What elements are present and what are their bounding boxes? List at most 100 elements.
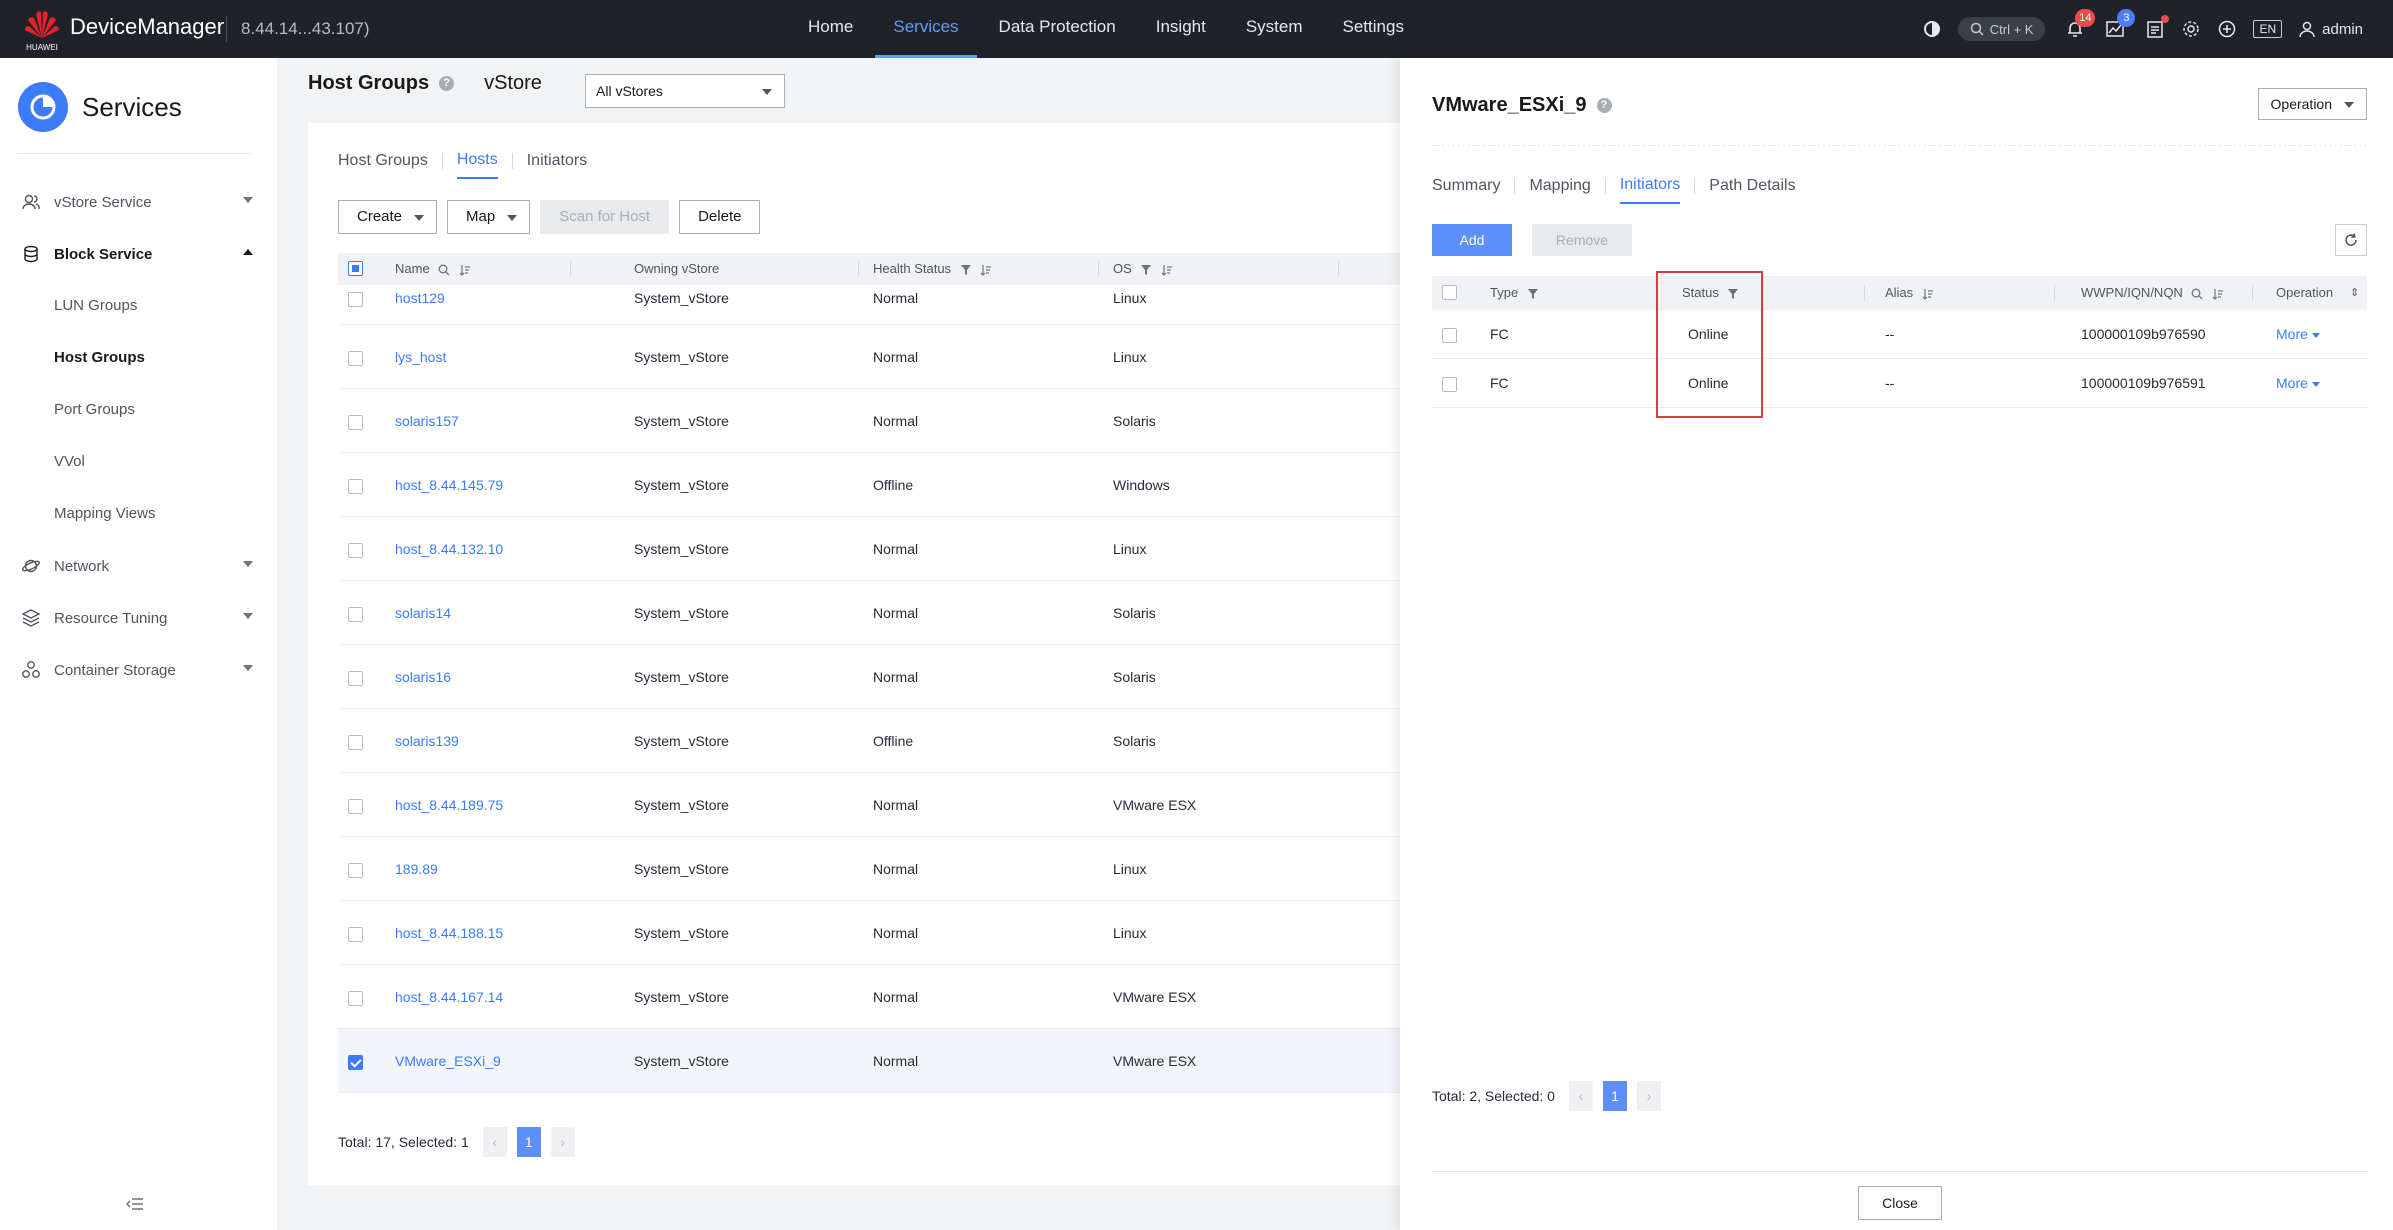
- search-icon[interactable]: [2191, 288, 2203, 300]
- nav-home[interactable]: Home: [790, 0, 871, 58]
- filter-icon[interactable]: [1527, 288, 1539, 300]
- nav-services[interactable]: Services: [875, 0, 977, 58]
- close-button[interactable]: Close: [1858, 1186, 1942, 1220]
- sidebar-item-resource-tuning[interactable]: Resource Tuning: [0, 592, 277, 644]
- table-row[interactable]: solaris16 System_vStore Normal Solaris: [338, 645, 1408, 709]
- nav-data-protection[interactable]: Data Protection: [981, 0, 1134, 58]
- row-checkbox[interactable]: [348, 670, 363, 686]
- select-all-checkbox[interactable]: [1442, 285, 1457, 300]
- host-name-link[interactable]: VMware_ESXi_9: [395, 1029, 501, 1093]
- sidebar-item-network[interactable]: Network: [0, 540, 277, 592]
- nav-system[interactable]: System: [1228, 0, 1321, 58]
- host-name-link[interactable]: host_8.44.189.75: [395, 773, 503, 837]
- sidebar-item-port-groups[interactable]: Port Groups: [0, 384, 277, 436]
- create-button[interactable]: Create: [338, 200, 438, 234]
- sort-icon[interactable]: [2212, 288, 2224, 300]
- add-circle-icon[interactable]: [2217, 19, 2237, 39]
- row-checkbox[interactable]: [348, 734, 363, 750]
- theme-toggle-icon[interactable]: [1922, 19, 1942, 39]
- table-row[interactable]: host_8.44.132.10 System_vStore Normal Li…: [338, 517, 1408, 581]
- table-row[interactable]: solaris157 System_vStore Normal Solaris: [338, 389, 1408, 453]
- host-name-link[interactable]: solaris14: [395, 581, 451, 645]
- vstore-select[interactable]: All vStores: [585, 74, 785, 108]
- sort-icon[interactable]: [980, 264, 992, 276]
- gear-icon[interactable]: [2181, 19, 2201, 39]
- sort-icon[interactable]: [459, 264, 471, 276]
- tab-summary[interactable]: Summary: [1432, 177, 1500, 203]
- sidebar-item-vstore-service[interactable]: vStore Service: [0, 176, 277, 228]
- table-row[interactable]: lys_host System_vStore Normal Linux: [338, 325, 1408, 389]
- next-page-button[interactable]: ›: [550, 1127, 575, 1157]
- row-checkbox[interactable]: [348, 1054, 363, 1070]
- tab-path-details[interactable]: Path Details: [1709, 177, 1795, 203]
- host-name-link[interactable]: host_8.44.167.14: [395, 965, 503, 1029]
- delete-button[interactable]: Delete: [679, 200, 761, 234]
- row-checkbox[interactable]: [1442, 327, 1457, 343]
- sidebar-item-container-storage[interactable]: Container Storage: [0, 644, 277, 696]
- map-button[interactable]: Map: [447, 200, 531, 234]
- sidebar-item-vvol[interactable]: VVol: [0, 436, 277, 488]
- host-name-link[interactable]: solaris157: [395, 389, 459, 453]
- table-row[interactable]: FC Online -- 100000109b976591 More: [1432, 359, 2367, 408]
- tab-hosts[interactable]: Hosts: [456, 151, 498, 179]
- row-checkbox[interactable]: [348, 414, 363, 430]
- tasks-button[interactable]: 3: [2105, 9, 2136, 39]
- prev-page-button[interactable]: ‹: [482, 1127, 507, 1157]
- row-checkbox[interactable]: [348, 606, 363, 622]
- host-name-link[interactable]: solaris139: [395, 709, 459, 773]
- events-button[interactable]: [2145, 15, 2170, 39]
- nav-insight[interactable]: Insight: [1138, 0, 1224, 58]
- refresh-icon[interactable]: [2335, 224, 2367, 256]
- tab-initiators[interactable]: Initiators: [1619, 176, 1681, 204]
- select-all-checkbox[interactable]: [348, 261, 363, 276]
- nav-settings[interactable]: Settings: [1325, 0, 1422, 58]
- alerts-button[interactable]: 14: [2065, 9, 2096, 39]
- filter-icon[interactable]: [960, 264, 972, 276]
- filter-icon[interactable]: [1140, 264, 1152, 276]
- table-row[interactable]: host_8.44.145.79 System_vStore Offline W…: [338, 453, 1408, 517]
- sidebar-item-lun-groups[interactable]: LUN Groups: [0, 280, 277, 332]
- row-checkbox[interactable]: [348, 862, 363, 878]
- host-name-link[interactable]: solaris16: [395, 645, 451, 709]
- remove-initiator-button[interactable]: Remove: [1532, 224, 1632, 256]
- column-settings-icon[interactable]: ⇕: [2350, 276, 2359, 310]
- host-name-link[interactable]: host129: [395, 285, 445, 325]
- table-row[interactable]: host_8.44.189.75 System_vStore Normal VM…: [338, 773, 1408, 837]
- row-checkbox[interactable]: [348, 990, 363, 1006]
- host-name-link[interactable]: lys_host: [395, 325, 446, 389]
- add-initiator-button[interactable]: Add: [1432, 224, 1512, 256]
- row-checkbox[interactable]: [348, 798, 363, 814]
- language-button[interactable]: EN: [2253, 20, 2283, 38]
- more-dropdown[interactable]: More: [2276, 359, 2320, 408]
- more-dropdown[interactable]: More: [2276, 310, 2320, 359]
- sidebar-item-block-service[interactable]: Block Service: [0, 228, 277, 280]
- table-row[interactable]: host129 System_vStore Normal Linux: [338, 285, 1408, 325]
- host-name-link[interactable]: host_8.44.188.15: [395, 901, 503, 965]
- table-row[interactable]: host_8.44.188.15 System_vStore Normal Li…: [338, 901, 1408, 965]
- help-icon[interactable]: ?: [1596, 98, 1612, 113]
- table-row[interactable]: solaris14 System_vStore Normal Solaris: [338, 581, 1408, 645]
- sidebar-item-host-groups[interactable]: Host Groups: [0, 332, 277, 384]
- sort-icon[interactable]: [1922, 288, 1934, 300]
- tab-mapping[interactable]: Mapping: [1529, 177, 1590, 203]
- operation-dropdown[interactable]: Operation: [2257, 88, 2367, 120]
- scan-for-host-button[interactable]: Scan for Host: [540, 200, 670, 234]
- sort-icon[interactable]: [1161, 264, 1173, 276]
- table-row[interactable]: 189.89 System_vStore Normal Linux: [338, 837, 1408, 901]
- tab-host-groups[interactable]: Host Groups: [338, 152, 428, 178]
- sidebar-item-mapping-views[interactable]: Mapping Views: [0, 488, 277, 540]
- collapse-sidebar-icon[interactable]: [125, 1197, 144, 1216]
- prev-page-button[interactable]: ‹: [1568, 1081, 1593, 1111]
- row-checkbox[interactable]: [348, 478, 363, 494]
- row-checkbox[interactable]: [1442, 376, 1457, 392]
- search-icon[interactable]: [438, 264, 450, 276]
- table-row[interactable]: host_8.44.167.14 System_vStore Normal VM…: [338, 965, 1408, 1029]
- row-checkbox[interactable]: [348, 926, 363, 942]
- next-page-button[interactable]: ›: [1636, 1081, 1661, 1111]
- tab-initiators[interactable]: Initiators: [527, 152, 587, 178]
- table-row[interactable]: solaris139 System_vStore Offline Solaris: [338, 709, 1408, 773]
- user-menu[interactable]: admin: [2298, 20, 2363, 38]
- row-checkbox[interactable]: [348, 291, 363, 307]
- row-checkbox[interactable]: [348, 350, 363, 366]
- page-1-button[interactable]: 1: [516, 1127, 541, 1157]
